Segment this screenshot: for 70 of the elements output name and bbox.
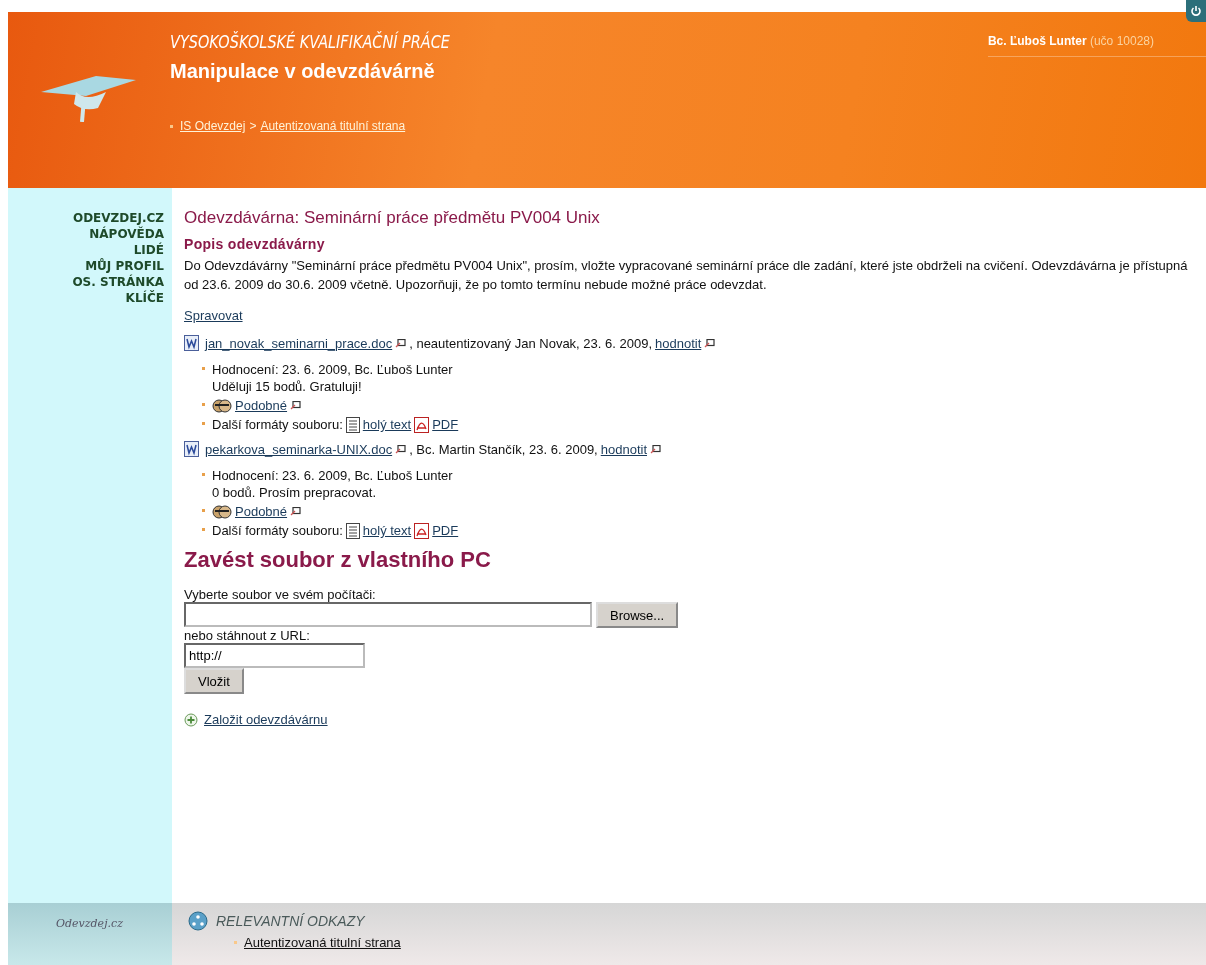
breadcrumb-separator: > [249,119,257,133]
footer-link[interactable]: Autentizovaná titulní strana [244,935,401,950]
rating-header: Hodnocení: 23. 6. 2009, Bc. Ľuboš Lunter [212,361,453,378]
bullet-icon [202,528,205,531]
sidebar-link[interactable]: ODEVZDEJ.CZ [72,210,164,226]
rate-link[interactable]: hodnotit [600,441,647,457]
new-window-icon [395,444,407,454]
browse-button[interactable]: Browse... [596,602,679,628]
similar-link[interactable]: Podobné [235,397,288,414]
logout-button[interactable] [1186,0,1206,22]
new-window-icon [650,444,661,454]
new-window-icon [704,338,716,348]
file-link[interactable]: pekarkova_seminarka-UNIX.doc [205,441,393,457]
file-info: , neautentizovaný Jan Novak, 23. 6. 2009, [409,335,653,351]
pdf-icon [414,522,430,539]
page-title: Manipulace v odevzdávárně [170,60,436,83]
rating-text: Uděluji 15 bodů. Gratuluji! [212,378,363,395]
bullet-icon [170,124,173,128]
description-text: Do Odevzdávárny "Seminární práce předmětu PV004 Unix", prosím, vložte vypracované seminární práce dle zadání, které jste obdrželi na cvičení. Odevzdávárna je přístupná od 23.6. 2009 do 30.6. 2009 včetně. Upozorňuji, že po tomto termínu nebude možné práce odevzdat. [184,257,1189,294]
url-field[interactable]: http:// [184,643,365,668]
site-subtitle: VYSOKOŠKOLSKÉ KVALIFIKAČNÍ PRÁCE [170,32,451,52]
bullet-icon [234,941,237,944]
url-label: nebo stáhnout z URL: [184,628,311,643]
description-heading: Popis odevzdávárny [184,236,326,252]
file-info: , Bc. Martin Stančík, 23. 6. 2009, [409,441,598,457]
similar-link[interactable]: Podobné [235,503,288,520]
file-label: Vyberte soubor ve svém počítači: [184,587,377,602]
plus-icon [184,712,198,727]
bullet-icon [202,422,205,425]
sidebar-link[interactable]: OS. STRÁNKA [72,274,164,290]
file-link[interactable]: jan_novak_seminarni_prace.doc [205,335,393,351]
bullet-icon [202,367,205,370]
upload-heading: Zavést soubor z vlastního PC [184,547,492,573]
bullet-icon [202,509,205,512]
text-file-icon [345,522,360,539]
word-document-icon [184,335,199,351]
footer-brand: Odevzdej.cz [8,903,172,965]
new-window-icon [290,401,302,410]
sidebar-link[interactable]: NÁPOVĚDA [89,226,164,242]
power-icon [1190,5,1202,17]
sidebar-link[interactable]: KLÍČE [125,290,164,306]
new-window-icon [395,338,407,348]
word-document-icon [184,441,199,457]
footer-heading: RELEVANTNÍ ODKAZY [216,913,365,929]
manage-link[interactable]: Spravovat [184,308,243,323]
format-link[interactable]: PDF [432,522,459,539]
bullet-icon [202,473,205,476]
pdf-icon [414,416,430,433]
faces-icon [212,397,232,414]
faces-icon [212,503,232,520]
rate-link[interactable]: hodnotit [655,335,702,351]
rating-text: 0 bodů. Prosím prepracovat. [212,484,378,501]
user-name: Bc. Ľuboš Lunter [987,34,1087,48]
format-link[interactable]: PDF [432,416,459,433]
bullet-icon [202,403,205,406]
user-id: (učo 10028) [1089,34,1154,48]
sidebar-link[interactable]: MŮJ PROFIL [85,258,164,274]
submit-button[interactable]: Vložit [184,668,244,694]
format-link[interactable]: holý text [362,416,412,433]
text-file-icon [345,416,360,433]
file-path-field[interactable] [184,602,592,627]
formats-label: Další formáty souboru: [212,416,343,433]
share-icon [188,911,208,931]
rating-header: Hodnocení: 23. 6. 2009, Bc. Ľuboš Lunter [212,467,453,484]
format-link[interactable]: holý text [362,522,412,539]
section-heading: Odevzdávárna: Seminární práce předmětu PV004 Unix [184,208,601,228]
sidebar-link[interactable]: LIDÉ [133,242,164,258]
new-window-icon [290,507,302,516]
create-link[interactable]: Založit odevzdávárnu [204,712,328,727]
formats-label: Další formáty souboru: [212,522,343,539]
